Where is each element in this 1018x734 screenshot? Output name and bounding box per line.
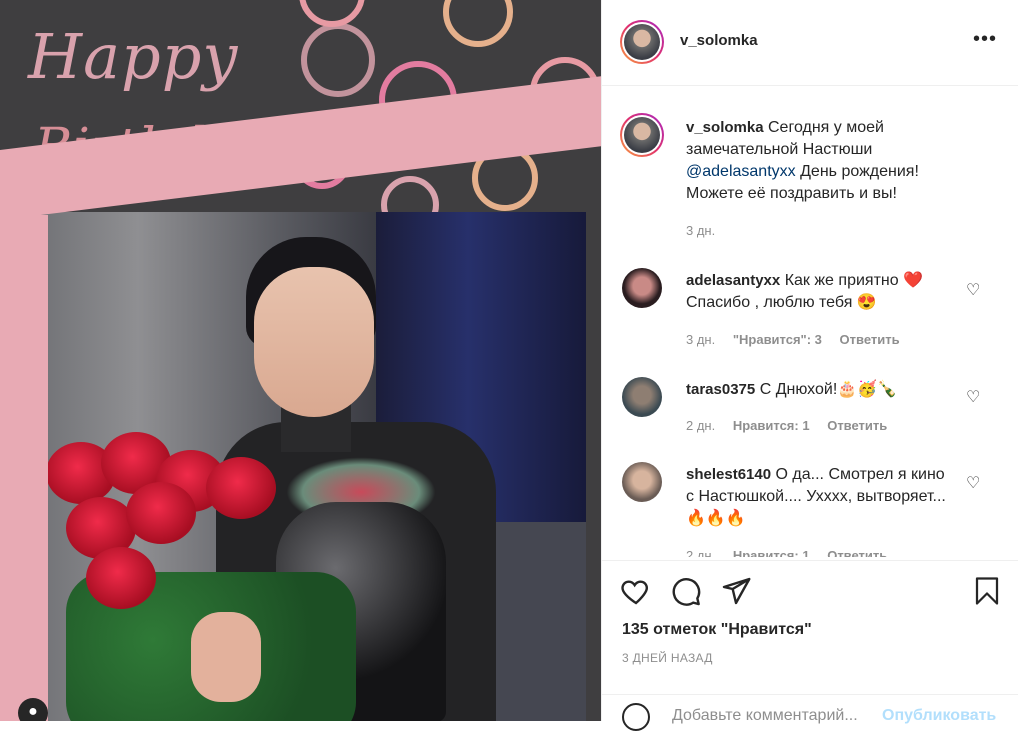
- emoji-icon[interactable]: [622, 703, 650, 731]
- comment-meta: 3 дн. "Нравится": 3 Ответить: [686, 332, 900, 347]
- post-comment-button[interactable]: Опубликовать: [882, 707, 996, 725]
- comment: adelasantyxx Как же приятно ❤️ Спасибо ,…: [686, 270, 956, 314]
- post-date[interactable]: 3 ДНЕЙ НАЗАД: [622, 651, 713, 665]
- share-icon[interactable]: [720, 575, 752, 607]
- comment-username[interactable]: adelasantyxx: [686, 272, 780, 289]
- comment-likes[interactable]: Нравится: 1: [733, 548, 810, 557]
- comment-like-icon[interactable]: ♡: [966, 387, 980, 407]
- pink-frame-left: [0, 215, 48, 721]
- comment-username[interactable]: shelest6140: [686, 466, 771, 483]
- comment-meta: 2 дн. Нравится: 1 Ответить: [686, 418, 887, 433]
- post-photo[interactable]: Happy Birthday ●: [0, 0, 601, 721]
- comment-likes[interactable]: "Нравится": 3: [733, 332, 822, 347]
- comment-avatar[interactable]: [622, 268, 662, 308]
- likes-count[interactable]: 135 отметок "Нравится": [622, 621, 812, 639]
- post-actions: 135 отметок "Нравится" 3 ДНЕЙ НАЗАД Доба…: [602, 560, 1018, 731]
- caption-time[interactable]: 3 дн.: [686, 223, 715, 238]
- comment-icon[interactable]: [670, 575, 702, 607]
- caption-mention[interactable]: @adelasantyxx: [686, 163, 796, 180]
- comment-like-icon[interactable]: ♡: [966, 280, 980, 300]
- post-caption: v_solomka Сегодня у моей замечательной Н…: [686, 117, 966, 205]
- heart-icon[interactable]: [620, 575, 652, 607]
- author-avatar[interactable]: [620, 20, 664, 64]
- comment-avatar[interactable]: [622, 377, 662, 417]
- bookmark-icon[interactable]: [972, 575, 1002, 607]
- comment: taras0375 С Днюхой!🎂🥳🍾: [686, 379, 956, 401]
- comment-time[interactable]: 2 дн.: [686, 418, 715, 433]
- reply-button[interactable]: Ответить: [840, 332, 900, 347]
- comment-time[interactable]: 3 дн.: [686, 332, 715, 347]
- comment-avatar[interactable]: [622, 462, 662, 502]
- more-icon[interactable]: •••: [973, 28, 997, 51]
- comment-username[interactable]: taras0375: [686, 381, 755, 398]
- caption-username[interactable]: v_solomka: [686, 119, 764, 136]
- comment-text: С Днюхой!🎂🥳🍾: [759, 381, 898, 398]
- caption-avatar[interactable]: [620, 113, 664, 157]
- comment-input[interactable]: Добавьте комментарий...: [672, 707, 858, 725]
- comment: shelest6140 О да... Смотрел я кино с Нас…: [686, 464, 956, 530]
- comment-likes[interactable]: Нравится: 1: [733, 418, 810, 433]
- reply-button[interactable]: Ответить: [827, 418, 887, 433]
- comment-meta: 2 дн. Нравится: 1 Ответить: [686, 548, 887, 557]
- user-tag-icon[interactable]: ●: [18, 698, 48, 721]
- reply-button[interactable]: Ответить: [827, 548, 887, 557]
- author-username[interactable]: v_solomka: [680, 32, 758, 49]
- photo-scene: [26, 212, 586, 721]
- post-sidebar: v_solomka ••• v_solomka Сегодня у моей з…: [601, 0, 1018, 731]
- post-header: v_solomka •••: [602, 0, 1018, 86]
- comments-list[interactable]: v_solomka Сегодня у моей замечательной Н…: [602, 87, 1018, 557]
- comment-time[interactable]: 2 дн.: [686, 548, 715, 557]
- happy-text: Happy: [28, 20, 239, 93]
- comment-like-icon[interactable]: ♡: [966, 473, 980, 493]
- add-comment-bar: Добавьте комментарий... Опубликовать: [602, 694, 1018, 734]
